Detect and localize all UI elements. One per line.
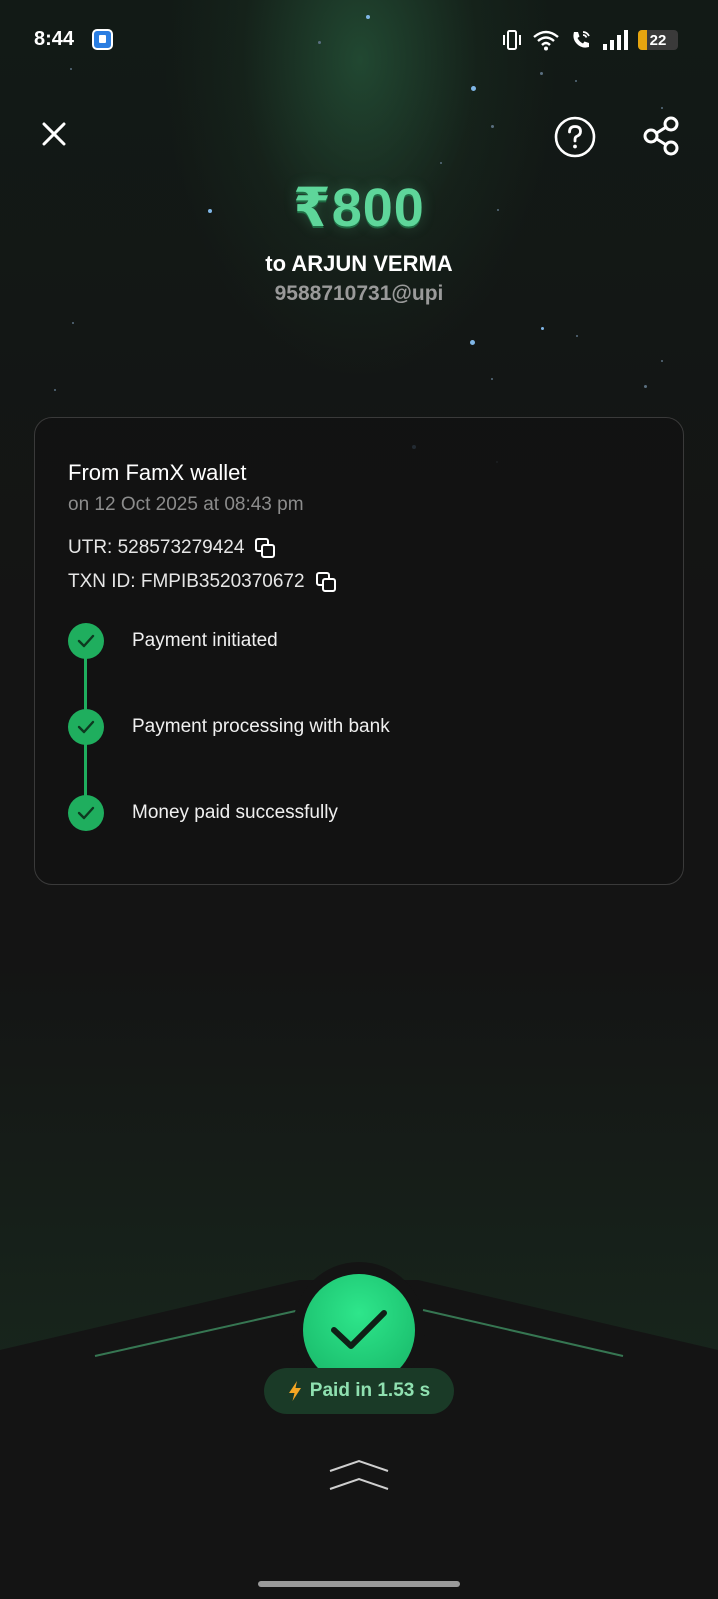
double-chevron-up-icon xyxy=(329,1459,389,1490)
share-button[interactable] xyxy=(640,114,684,158)
wifi-call-icon xyxy=(573,31,590,48)
close-icon xyxy=(42,122,66,146)
star xyxy=(575,80,577,82)
wifi-icon xyxy=(533,30,559,51)
expand-up-button[interactable] xyxy=(326,1458,392,1498)
paid-time-badge: Paid in 1.53 s xyxy=(264,1368,454,1414)
recipient-upi-id: 9588710731@upi xyxy=(274,282,444,305)
star xyxy=(440,162,442,164)
txn-id-row: TXN ID: FMPIB3520370672 xyxy=(68,571,337,593)
timeline-step-label: Payment initiated xyxy=(132,630,278,651)
star xyxy=(471,86,476,91)
timeline-step-paid: Money paid successfully xyxy=(68,795,628,831)
battery-fill xyxy=(638,30,647,50)
battery-level: 22 xyxy=(649,31,667,49)
star xyxy=(644,385,647,388)
txn-id-value: TXN ID: FMPIB3520370672 xyxy=(68,571,305,592)
paid-time-label: Paid in 1.53 s xyxy=(309,1380,431,1401)
signal-icon xyxy=(603,30,628,50)
timeline-step-initiated: Payment initiated xyxy=(68,623,628,659)
check-icon xyxy=(68,795,104,831)
status-icons: 22 xyxy=(502,28,678,52)
payment-source: From FamX wallet xyxy=(68,460,247,485)
check-icon xyxy=(68,709,104,745)
lightning-icon xyxy=(288,1381,301,1401)
star xyxy=(661,107,663,109)
vibrate-icon xyxy=(503,30,521,50)
app-notification-icon xyxy=(92,29,113,50)
star xyxy=(54,389,56,391)
status-bar: 8:44 22 xyxy=(0,0,718,80)
share-icon xyxy=(643,116,679,156)
home-indicator[interactable] xyxy=(258,1581,460,1587)
star xyxy=(576,335,578,337)
timeline-step-label: Payment processing with bank xyxy=(132,716,390,737)
recipient-name: to ARJUN VERMA xyxy=(265,251,453,276)
transaction-details-card: From FamX wallet on 12 Oct 2025 at 08:43… xyxy=(34,417,684,885)
help-button[interactable] xyxy=(554,116,596,158)
star xyxy=(72,322,74,324)
help-icon xyxy=(554,116,596,158)
star xyxy=(470,340,475,345)
copy-utr-icon[interactable] xyxy=(254,537,276,559)
timeline-step-processing: Payment processing with bank xyxy=(68,709,628,745)
star xyxy=(661,360,663,362)
utr-value: UTR: 528573279424 xyxy=(68,537,245,558)
copy-txn-id-icon[interactable] xyxy=(315,571,337,593)
timeline-step-label: Money paid successfully xyxy=(132,802,338,823)
payment-date: on 12 Oct 2025 at 08:43 pm xyxy=(68,494,304,515)
status-time: 8:44 xyxy=(34,28,75,50)
star xyxy=(491,125,494,128)
payment-amount: ₹800 xyxy=(293,178,425,238)
star xyxy=(541,327,544,330)
star xyxy=(491,378,493,380)
battery-icon: 22 xyxy=(638,30,678,50)
check-icon xyxy=(68,623,104,659)
close-button[interactable] xyxy=(32,112,76,156)
utr-row: UTR: 528573279424 xyxy=(68,537,276,559)
